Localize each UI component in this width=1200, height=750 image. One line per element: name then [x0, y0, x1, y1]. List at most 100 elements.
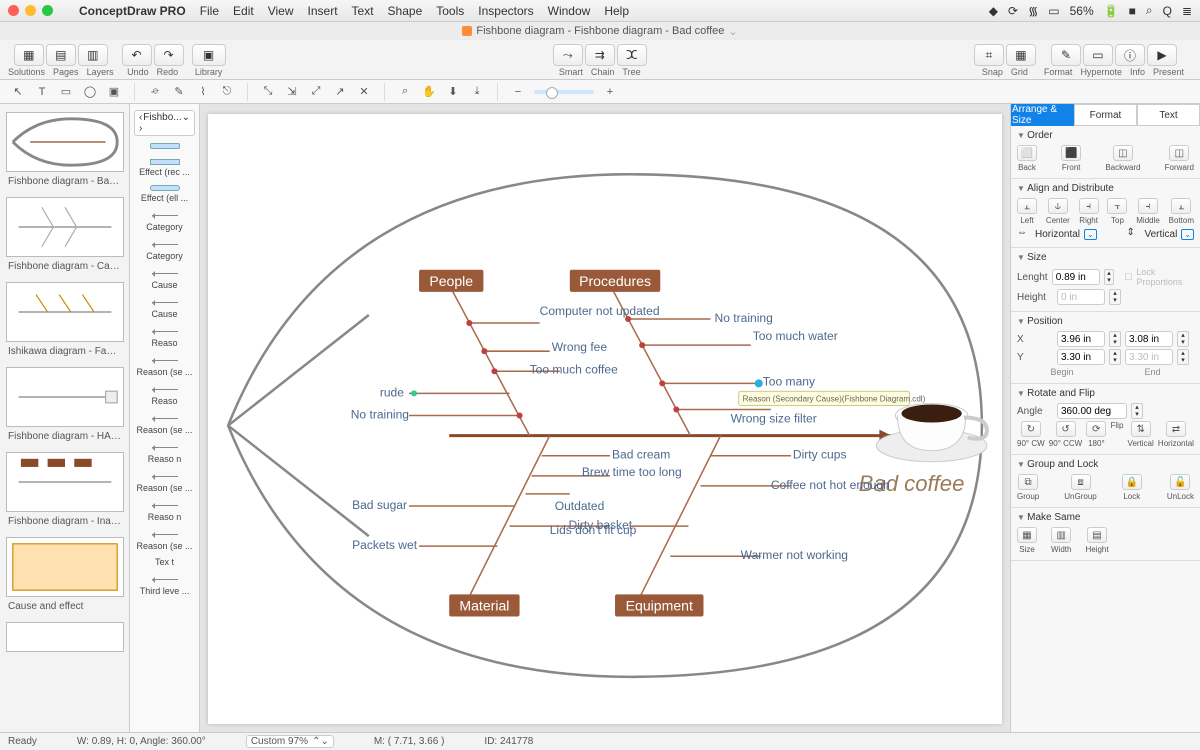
hypernote-button[interactable]: ▭ — [1083, 44, 1113, 66]
pointer-tool-icon[interactable]: ↖ — [10, 84, 26, 100]
cause-text[interactable]: Brew time too long — [582, 465, 682, 479]
cause-text[interactable]: Dirty cups — [793, 448, 847, 462]
flip-v-button[interactable]: ⇅Vertical — [1128, 421, 1154, 448]
library-item[interactable] — [130, 138, 199, 154]
cause-text[interactable]: Wrong size filter — [731, 412, 817, 426]
layers-button[interactable]: ▥ — [78, 44, 108, 66]
siri-icon[interactable]: Q — [1163, 4, 1172, 18]
cause-text[interactable]: Bad cream — [612, 448, 670, 462]
ungroup-button[interactable]: ⧈UnGroup — [1064, 474, 1096, 501]
app-name[interactable]: ConceptDraw PRO — [79, 4, 186, 18]
stepper[interactable]: ▴▾ — [1131, 403, 1143, 419]
shape-tool-icon[interactable]: ▣ — [106, 84, 122, 100]
stepper[interactable]: ▴▾ — [1109, 331, 1121, 347]
tool-icon[interactable]: ↗ — [332, 84, 348, 100]
cause-text[interactable]: Dirty basket — [569, 518, 633, 532]
library-item[interactable]: Effect (rec ... — [130, 154, 199, 180]
cause-text[interactable]: Too many — [763, 374, 815, 388]
section-header[interactable]: Make Same — [1017, 512, 1194, 523]
library-item[interactable]: Reason (se ... — [130, 351, 199, 380]
present-button[interactable]: ▶ — [1147, 44, 1177, 66]
wifi-icon[interactable]: ᯾ — [1028, 2, 1038, 19]
menu-icon[interactable]: ≣ — [1182, 4, 1192, 18]
same-width-button[interactable]: ▥Width — [1051, 527, 1071, 554]
section-header[interactable]: Group and Lock — [1017, 459, 1194, 470]
cause-text[interactable]: No training — [715, 311, 773, 325]
rect-tool-icon[interactable]: ▭ — [58, 84, 74, 100]
connector-tool-icon[interactable]: ⤡ — [260, 84, 276, 100]
cause-text[interactable]: Coffee not hot enough — [771, 478, 890, 492]
align-left-button[interactable]: ⫠Left — [1017, 198, 1037, 225]
cause-text[interactable]: No training — [351, 408, 409, 422]
info-button[interactable]: ⓘ — [1115, 44, 1145, 66]
pos-x2-field[interactable] — [1125, 331, 1173, 347]
menu-window[interactable]: Window — [548, 4, 591, 18]
height-stepper[interactable]: ▴▾ — [1109, 289, 1121, 305]
library-item[interactable]: Effect (ell ... — [130, 180, 199, 206]
cause-text[interactable]: Too much water — [753, 329, 838, 343]
cause-text[interactable]: Computer not updated — [540, 304, 660, 318]
page-thumb[interactable] — [6, 367, 124, 427]
library-item[interactable]: Tex t — [130, 554, 199, 570]
menu-edit[interactable]: Edit — [233, 4, 254, 18]
library-item[interactable]: Reason (se ... — [130, 409, 199, 438]
page-thumb[interactable] — [6, 622, 124, 652]
tool-icon[interactable]: ⇲ — [284, 84, 300, 100]
flip-h-button[interactable]: ⇄Horizontal — [1158, 421, 1194, 448]
fishbone-diagram[interactable]: Bad coffee People Procedures Material Eq… — [208, 114, 1002, 727]
solutions-button[interactable]: ▦ — [14, 44, 44, 66]
pos-y-field[interactable] — [1057, 349, 1105, 365]
chain-button[interactable]: ⇉ — [585, 44, 615, 66]
group-button[interactable]: ⧉Group — [1017, 474, 1039, 501]
library-item[interactable]: Reaso n — [130, 496, 199, 525]
menu-text[interactable]: Text — [352, 4, 374, 18]
zoom-slider[interactable] — [534, 90, 594, 94]
order-forward-button[interactable]: ◫Forward — [1165, 145, 1194, 172]
angle-field[interactable] — [1057, 403, 1127, 419]
library-item[interactable]: Category — [130, 206, 199, 235]
cause-text[interactable]: Warmer not working — [741, 548, 848, 562]
hand-tool-icon[interactable]: ✋ — [421, 84, 437, 100]
length-field[interactable] — [1052, 269, 1100, 285]
snap-button[interactable]: ⌗ — [974, 44, 1004, 66]
rotate-180-button[interactable]: ⟳180° — [1086, 421, 1106, 448]
tool-icon[interactable]: ⌮ — [147, 84, 163, 100]
distribute-v-icon[interactable]: ⇕ — [1127, 227, 1141, 241]
pos-x-field[interactable] — [1057, 331, 1105, 347]
pencil-tool-icon[interactable]: ✎ — [171, 84, 187, 100]
menu-insert[interactable]: Insert — [308, 4, 338, 18]
library-item[interactable]: Cause — [130, 293, 199, 322]
rotate-ccw-button[interactable]: ↺90° CCW — [1049, 421, 1082, 448]
menu-file[interactable]: File — [200, 4, 219, 18]
tab-arrange[interactable]: Arrange & Size — [1011, 104, 1074, 126]
align-bottom-button[interactable]: ⫠Bottom — [1169, 198, 1194, 225]
align-center-button[interactable]: ⫝Center — [1046, 198, 1070, 225]
align-middle-button[interactable]: ⫞Middle — [1136, 198, 1160, 225]
menu-help[interactable]: Help — [604, 4, 629, 18]
section-header[interactable]: Order — [1017, 130, 1194, 141]
smart-button[interactable]: ⤳ — [553, 44, 583, 66]
tab-format[interactable]: Format — [1074, 104, 1137, 126]
format-button[interactable]: ✎ — [1051, 44, 1081, 66]
ellipse-tool-icon[interactable]: ◯ — [82, 84, 98, 100]
library-item[interactable]: Third leve ... — [130, 570, 199, 599]
same-height-button[interactable]: ▤Height — [1085, 527, 1108, 554]
lock-proportions-label[interactable]: Lock Proportions — [1136, 267, 1194, 287]
page-thumb[interactable] — [6, 197, 124, 257]
menu-tools[interactable]: Tools — [436, 4, 464, 18]
order-back-button[interactable]: ⬜Back — [1017, 145, 1037, 172]
cause-text[interactable]: Packets wet — [352, 538, 418, 552]
display-icon[interactable]: ▭ — [1048, 4, 1059, 18]
grid-button[interactable]: ▦ — [1006, 44, 1036, 66]
library-item[interactable]: Reason (se ... — [130, 467, 199, 496]
tree-button[interactable]: ⵋ — [617, 44, 647, 66]
battery-icon[interactable]: 🔋 — [1104, 4, 1119, 18]
redo-button[interactable]: ↷ — [154, 44, 184, 66]
stepper[interactable]: ▴▾ — [1109, 349, 1121, 365]
stepper[interactable]: ▴▾ — [1177, 331, 1189, 347]
section-header[interactable]: Align and Distribute — [1017, 183, 1194, 194]
distribute-h-icon[interactable]: ⇔ — [1017, 227, 1031, 241]
minimize-icon[interactable] — [25, 5, 36, 16]
flag-icon[interactable]: ■ — [1129, 4, 1136, 18]
close-icon[interactable] — [8, 5, 19, 16]
